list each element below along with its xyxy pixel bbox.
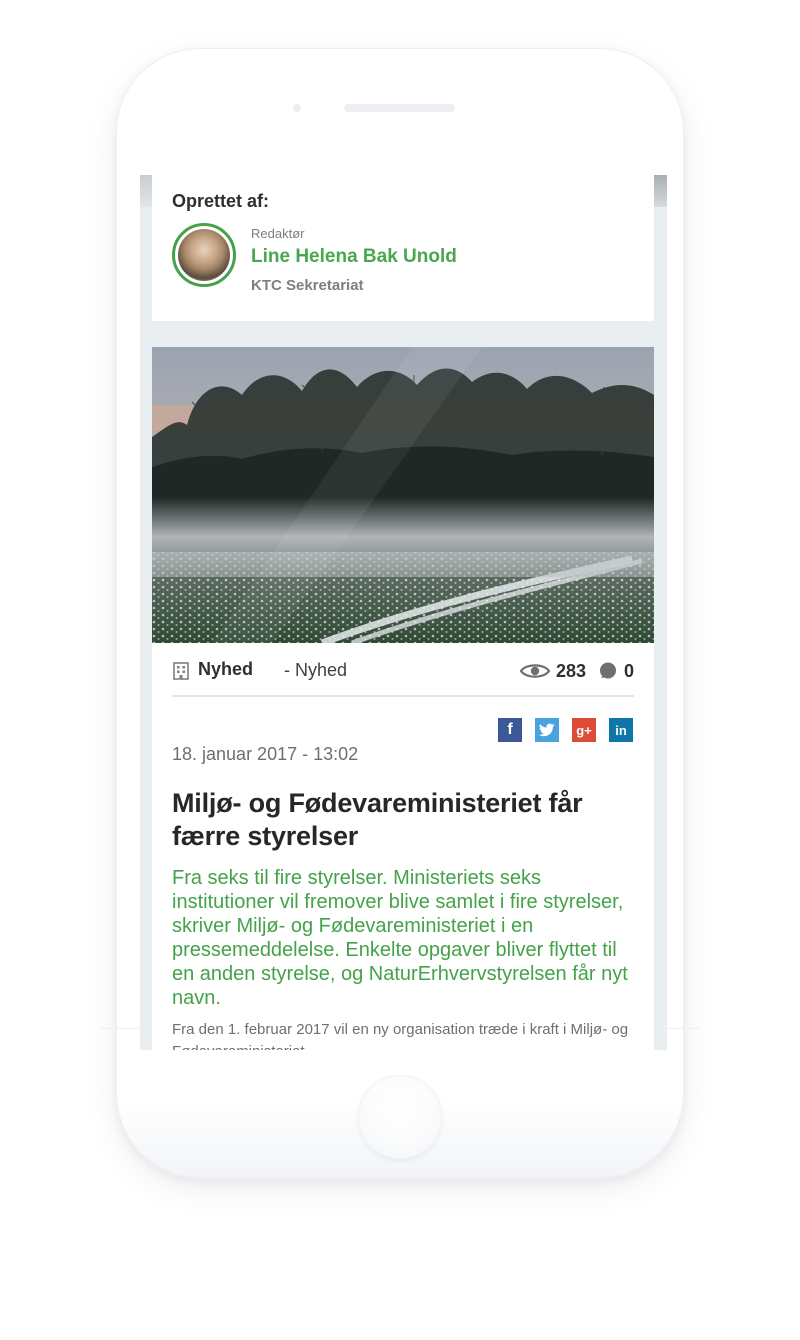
facebook-share-button[interactable]: f <box>498 718 522 742</box>
avatar[interactable] <box>172 223 236 287</box>
created-by-label: Oprettet af: <box>172 191 270 211</box>
article-title: Miljø- og Fødevareministeriet får færre … <box>172 788 583 851</box>
author-role: Redaktør <box>251 226 305 241</box>
comment-count: 0 <box>623 660 634 681</box>
author-card: Oprettet af: Redaktør Line Helena Bak Un… <box>152 175 654 321</box>
phone-camera <box>293 104 301 112</box>
article-card: Nyhed - Nyhed 283 0 f g+ in 18. januar 2… <box>152 347 654 1050</box>
author-organization: KTC Sekretariat <box>251 277 364 294</box>
article-meta-row: Nyhed - Nyhed 283 0 <box>172 659 634 683</box>
author-name-link[interactable]: Line Helena Bak Unold <box>251 246 457 268</box>
phone-speaker <box>344 104 455 112</box>
divider-line <box>100 1028 140 1029</box>
twitter-share-button[interactable] <box>535 718 559 742</box>
linkedin-icon: in <box>615 722 627 738</box>
article-lead: Fra seks til fire styrelser. Ministeriet… <box>172 867 628 1009</box>
article-stats: 283 0 <box>519 659 634 683</box>
home-button[interactable] <box>358 1075 442 1159</box>
facebook-icon: f <box>507 721 513 738</box>
twitter-icon <box>539 723 555 737</box>
googleplus-icon: g+ <box>576 722 592 738</box>
linkedin-share-button[interactable]: in <box>609 718 633 742</box>
background-image-edge <box>140 175 152 207</box>
article-category[interactable]: Nyhed <box>198 659 253 680</box>
eye-icon <box>519 664 550 678</box>
article-hero-image[interactable] <box>152 347 654 643</box>
avatar-photo <box>178 229 230 281</box>
article-subcategory: - Nyhed <box>284 660 348 680</box>
view-count: 283 <box>555 660 586 681</box>
meta-divider <box>172 695 634 697</box>
article-date: 18. januar 2017 - 13:02 <box>172 744 359 764</box>
background-image-edge <box>653 175 667 207</box>
article-body: Fra den 1. februar 2017 vil en ny organi… <box>172 1021 629 1050</box>
phone-screen: Oprettet af: Redaktør Line Helena Bak Un… <box>140 175 667 1050</box>
googleplus-share-button[interactable]: g+ <box>572 718 596 742</box>
building-icon <box>173 662 189 680</box>
comment-bubble-icon <box>599 662 616 679</box>
